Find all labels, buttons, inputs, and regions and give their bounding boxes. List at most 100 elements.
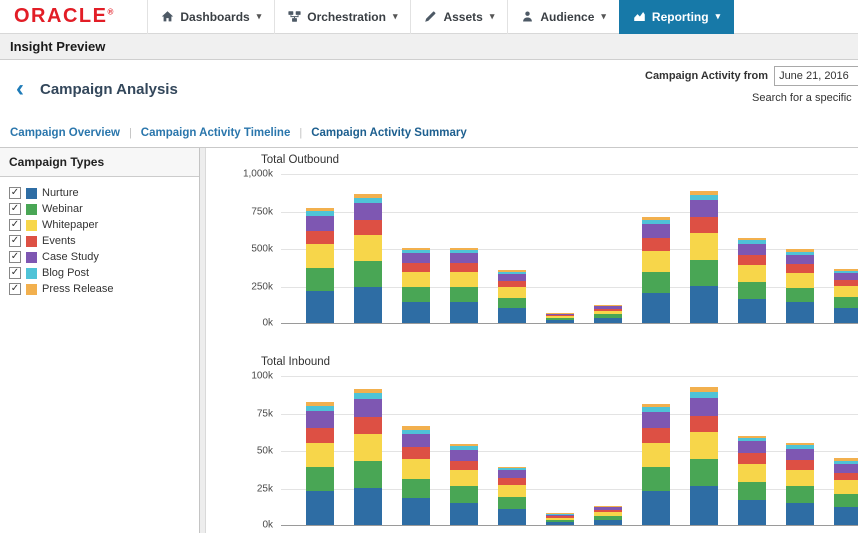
bar-segment-webinar bbox=[738, 482, 766, 500]
bar-segment-press-release bbox=[594, 506, 622, 507]
bar-segment-whitepaper bbox=[498, 485, 526, 497]
stacked-bar[interactable] bbox=[546, 513, 574, 525]
bar-segment-webinar bbox=[786, 486, 814, 503]
checkbox-checked[interactable]: ✓ bbox=[9, 235, 21, 247]
campaign-types-sidebar: Campaign Types ✓Nurture✓Webinar✓Whitepap… bbox=[0, 148, 200, 533]
bar-segment-blog-post bbox=[306, 406, 334, 411]
bar-segment-webinar bbox=[450, 287, 478, 302]
bar-segment-whitepaper bbox=[546, 316, 574, 318]
checkbox-checked[interactable]: ✓ bbox=[9, 267, 21, 279]
stacked-bar[interactable] bbox=[306, 402, 334, 525]
bar-segment-whitepaper bbox=[354, 235, 382, 261]
bar-segment-webinar bbox=[834, 494, 858, 508]
y-tick-label: 750k bbox=[251, 206, 273, 217]
tab-campaign-activity-timeline[interactable]: Campaign Activity Timeline bbox=[141, 127, 291, 139]
bar-segment-press-release bbox=[786, 443, 814, 445]
stacked-bar[interactable] bbox=[594, 305, 622, 323]
campaign-type-events[interactable]: ✓Events bbox=[0, 233, 199, 249]
stacked-bar[interactable] bbox=[834, 458, 858, 525]
bar-segment-webinar bbox=[498, 497, 526, 509]
stacked-bar[interactable] bbox=[834, 269, 858, 323]
campaign-type-label: Blog Post bbox=[42, 267, 89, 279]
stacked-bar[interactable] bbox=[594, 506, 622, 526]
bar-segment-events bbox=[402, 263, 430, 272]
bar-segment-blog-post bbox=[834, 271, 858, 273]
tab-campaign-activity-summary[interactable]: Campaign Activity Summary bbox=[311, 127, 467, 139]
back-button[interactable]: ‹ bbox=[16, 80, 24, 98]
bar-segment-events bbox=[546, 315, 574, 316]
bar-segment-nurture bbox=[402, 302, 430, 323]
y-tick-label: 100k bbox=[251, 371, 273, 382]
stacked-bar[interactable] bbox=[642, 404, 670, 526]
y-tick-label: 500k bbox=[251, 244, 273, 255]
checkbox-checked[interactable]: ✓ bbox=[9, 219, 21, 231]
plot-area bbox=[281, 174, 858, 324]
campaign-type-webinar[interactable]: ✓ Webinar bbox=[0, 201, 199, 217]
campaign-type-case-study[interactable]: ✓Case Study bbox=[0, 249, 199, 265]
y-axis: 0k250k500k750k1,000k bbox=[206, 174, 281, 324]
checkbox-checked[interactable]: ✓ bbox=[9, 251, 21, 263]
stacked-bar[interactable] bbox=[690, 387, 718, 525]
bar-segment-nurture bbox=[690, 286, 718, 323]
bar-segment-webinar bbox=[642, 467, 670, 491]
bar-segment-webinar bbox=[642, 272, 670, 293]
stacked-bar[interactable] bbox=[450, 248, 478, 323]
date-input[interactable] bbox=[774, 66, 858, 86]
stacked-bar[interactable] bbox=[642, 217, 670, 323]
checkbox-checked[interactable]: ✓ bbox=[9, 203, 21, 215]
stacked-bar[interactable] bbox=[498, 467, 526, 526]
chart-title: Total Inbound bbox=[261, 356, 858, 370]
bar-segment-nurture bbox=[834, 507, 858, 525]
nav-item-orchestration[interactable]: Orchestration▾ bbox=[274, 0, 410, 34]
series-color-swatch bbox=[26, 188, 37, 199]
checkbox-checked[interactable]: ✓ bbox=[9, 283, 21, 295]
bar-segment-nurture bbox=[546, 320, 574, 323]
stacked-bar[interactable] bbox=[738, 436, 766, 525]
y-tick-label: 0k bbox=[262, 318, 273, 329]
page-title: Campaign Analysis bbox=[40, 81, 178, 98]
stacked-bar[interactable] bbox=[786, 249, 814, 323]
stacked-bar[interactable] bbox=[738, 238, 766, 324]
nav-item-assets[interactable]: Assets▾ bbox=[410, 0, 507, 34]
bar-segment-webinar bbox=[306, 268, 334, 291]
bar-segment-webinar bbox=[834, 297, 858, 308]
bar-segment-whitepaper bbox=[354, 434, 382, 461]
bar-segment-case-study bbox=[402, 434, 430, 447]
bar-segment-case-study bbox=[690, 398, 718, 416]
tab-separator: | bbox=[129, 127, 132, 139]
bar-segment-blog-post bbox=[642, 407, 670, 412]
bar-segment-nurture bbox=[354, 287, 382, 323]
nav-item-reporting[interactable]: Reporting▾ bbox=[619, 0, 734, 34]
bar-segment-case-study bbox=[546, 313, 574, 314]
campaign-type-blog-post[interactable]: ✓ Blog Post bbox=[0, 265, 199, 281]
stacked-bar[interactable] bbox=[354, 389, 382, 526]
insight-preview-title: Insight Preview bbox=[10, 39, 105, 54]
campaign-type-nurture[interactable]: ✓Nurture bbox=[0, 185, 199, 201]
nav-item-dashboards[interactable]: Dashboards▾ bbox=[147, 0, 274, 34]
tab-campaign-overview[interactable]: Campaign Overview bbox=[10, 127, 120, 139]
campaign-type-press-release[interactable]: ✓Press Release bbox=[0, 281, 199, 297]
campaign-type-label: Webinar bbox=[42, 203, 83, 215]
bar-segment-webinar bbox=[594, 516, 622, 520]
tab-separator: | bbox=[299, 127, 302, 139]
stacked-bar[interactable] bbox=[450, 444, 478, 525]
bar-segment-case-study bbox=[450, 253, 478, 263]
stacked-bar[interactable] bbox=[498, 270, 526, 323]
stacked-bar[interactable] bbox=[306, 208, 334, 324]
stacked-bar[interactable] bbox=[690, 191, 718, 323]
content: Campaign Types ✓Nurture✓Webinar✓Whitepap… bbox=[0, 147, 858, 533]
nav-item-audience[interactable]: Audience▾ bbox=[507, 0, 619, 34]
stacked-bar[interactable] bbox=[402, 426, 430, 525]
bar-segment-case-study bbox=[738, 244, 766, 255]
stacked-bar[interactable] bbox=[786, 443, 814, 526]
campaign-type-whitepaper[interactable]: ✓Whitepaper bbox=[0, 217, 199, 233]
bar-segment-press-release bbox=[306, 208, 334, 211]
x-axis-line bbox=[281, 323, 858, 324]
checkbox-checked[interactable]: ✓ bbox=[9, 187, 21, 199]
stacked-bar[interactable] bbox=[546, 313, 574, 324]
stacked-bar[interactable] bbox=[402, 248, 430, 323]
bar-segment-whitepaper bbox=[834, 286, 858, 297]
bar-segment-events bbox=[450, 263, 478, 272]
stacked-bar[interactable] bbox=[354, 194, 382, 323]
series-color-swatch bbox=[26, 220, 37, 231]
